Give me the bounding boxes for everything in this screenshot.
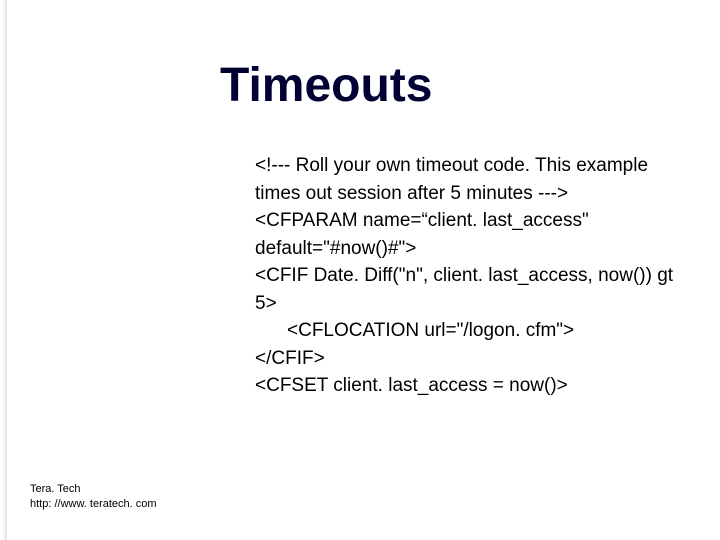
code-line-3: <CFIF Date. Diff("n", client. last_acces… [255, 262, 695, 317]
accent-bar [0, 0, 7, 540]
footer-url: http: //www. teratech. com [30, 497, 157, 512]
code-block: <!--- Roll your own timeout code. This e… [255, 152, 695, 400]
slide-title: Timeouts [220, 58, 432, 113]
code-line-5: </CFIF> [255, 345, 695, 373]
code-line-1: <!--- Roll your own timeout code. This e… [255, 152, 695, 207]
code-line-2: <CFPARAM name=“client. last_access" defa… [255, 207, 695, 262]
code-line-4: <CFLOCATION url="/logon. cfm"> [255, 317, 695, 345]
code-line-6: <CFSET client. last_access = now()> [255, 372, 695, 400]
footer: Tera. Tech http: //www. teratech. com [30, 482, 157, 512]
footer-company: Tera. Tech [30, 482, 157, 497]
